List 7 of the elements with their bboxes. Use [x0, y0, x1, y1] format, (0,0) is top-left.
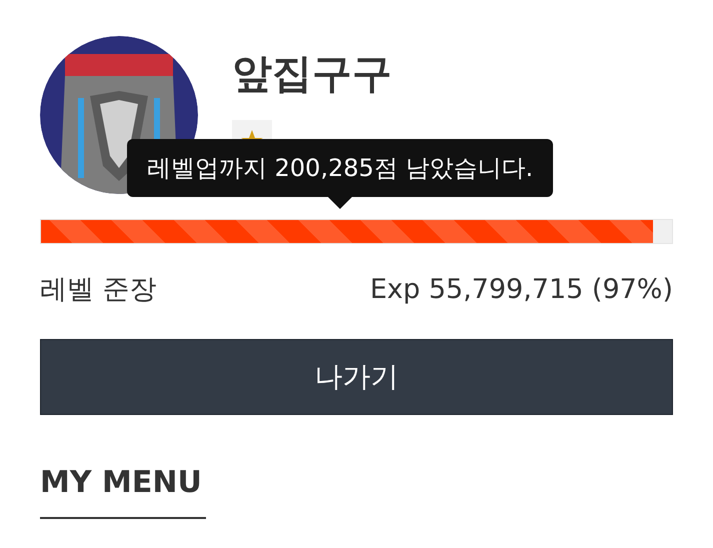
exit-button[interactable]: 나가기 [40, 338, 673, 414]
exp-reading: Exp 55,799,715 (97%) [370, 273, 673, 307]
level-label: 레벨 준장 [40, 273, 157, 307]
nickname: 앞집구구 [232, 54, 392, 94]
section-title: MY MENU [40, 464, 202, 500]
tooltip: 레벨업까지 200,285점 남았습니다. [127, 139, 554, 209]
rank-badge-icon [232, 120, 272, 140]
